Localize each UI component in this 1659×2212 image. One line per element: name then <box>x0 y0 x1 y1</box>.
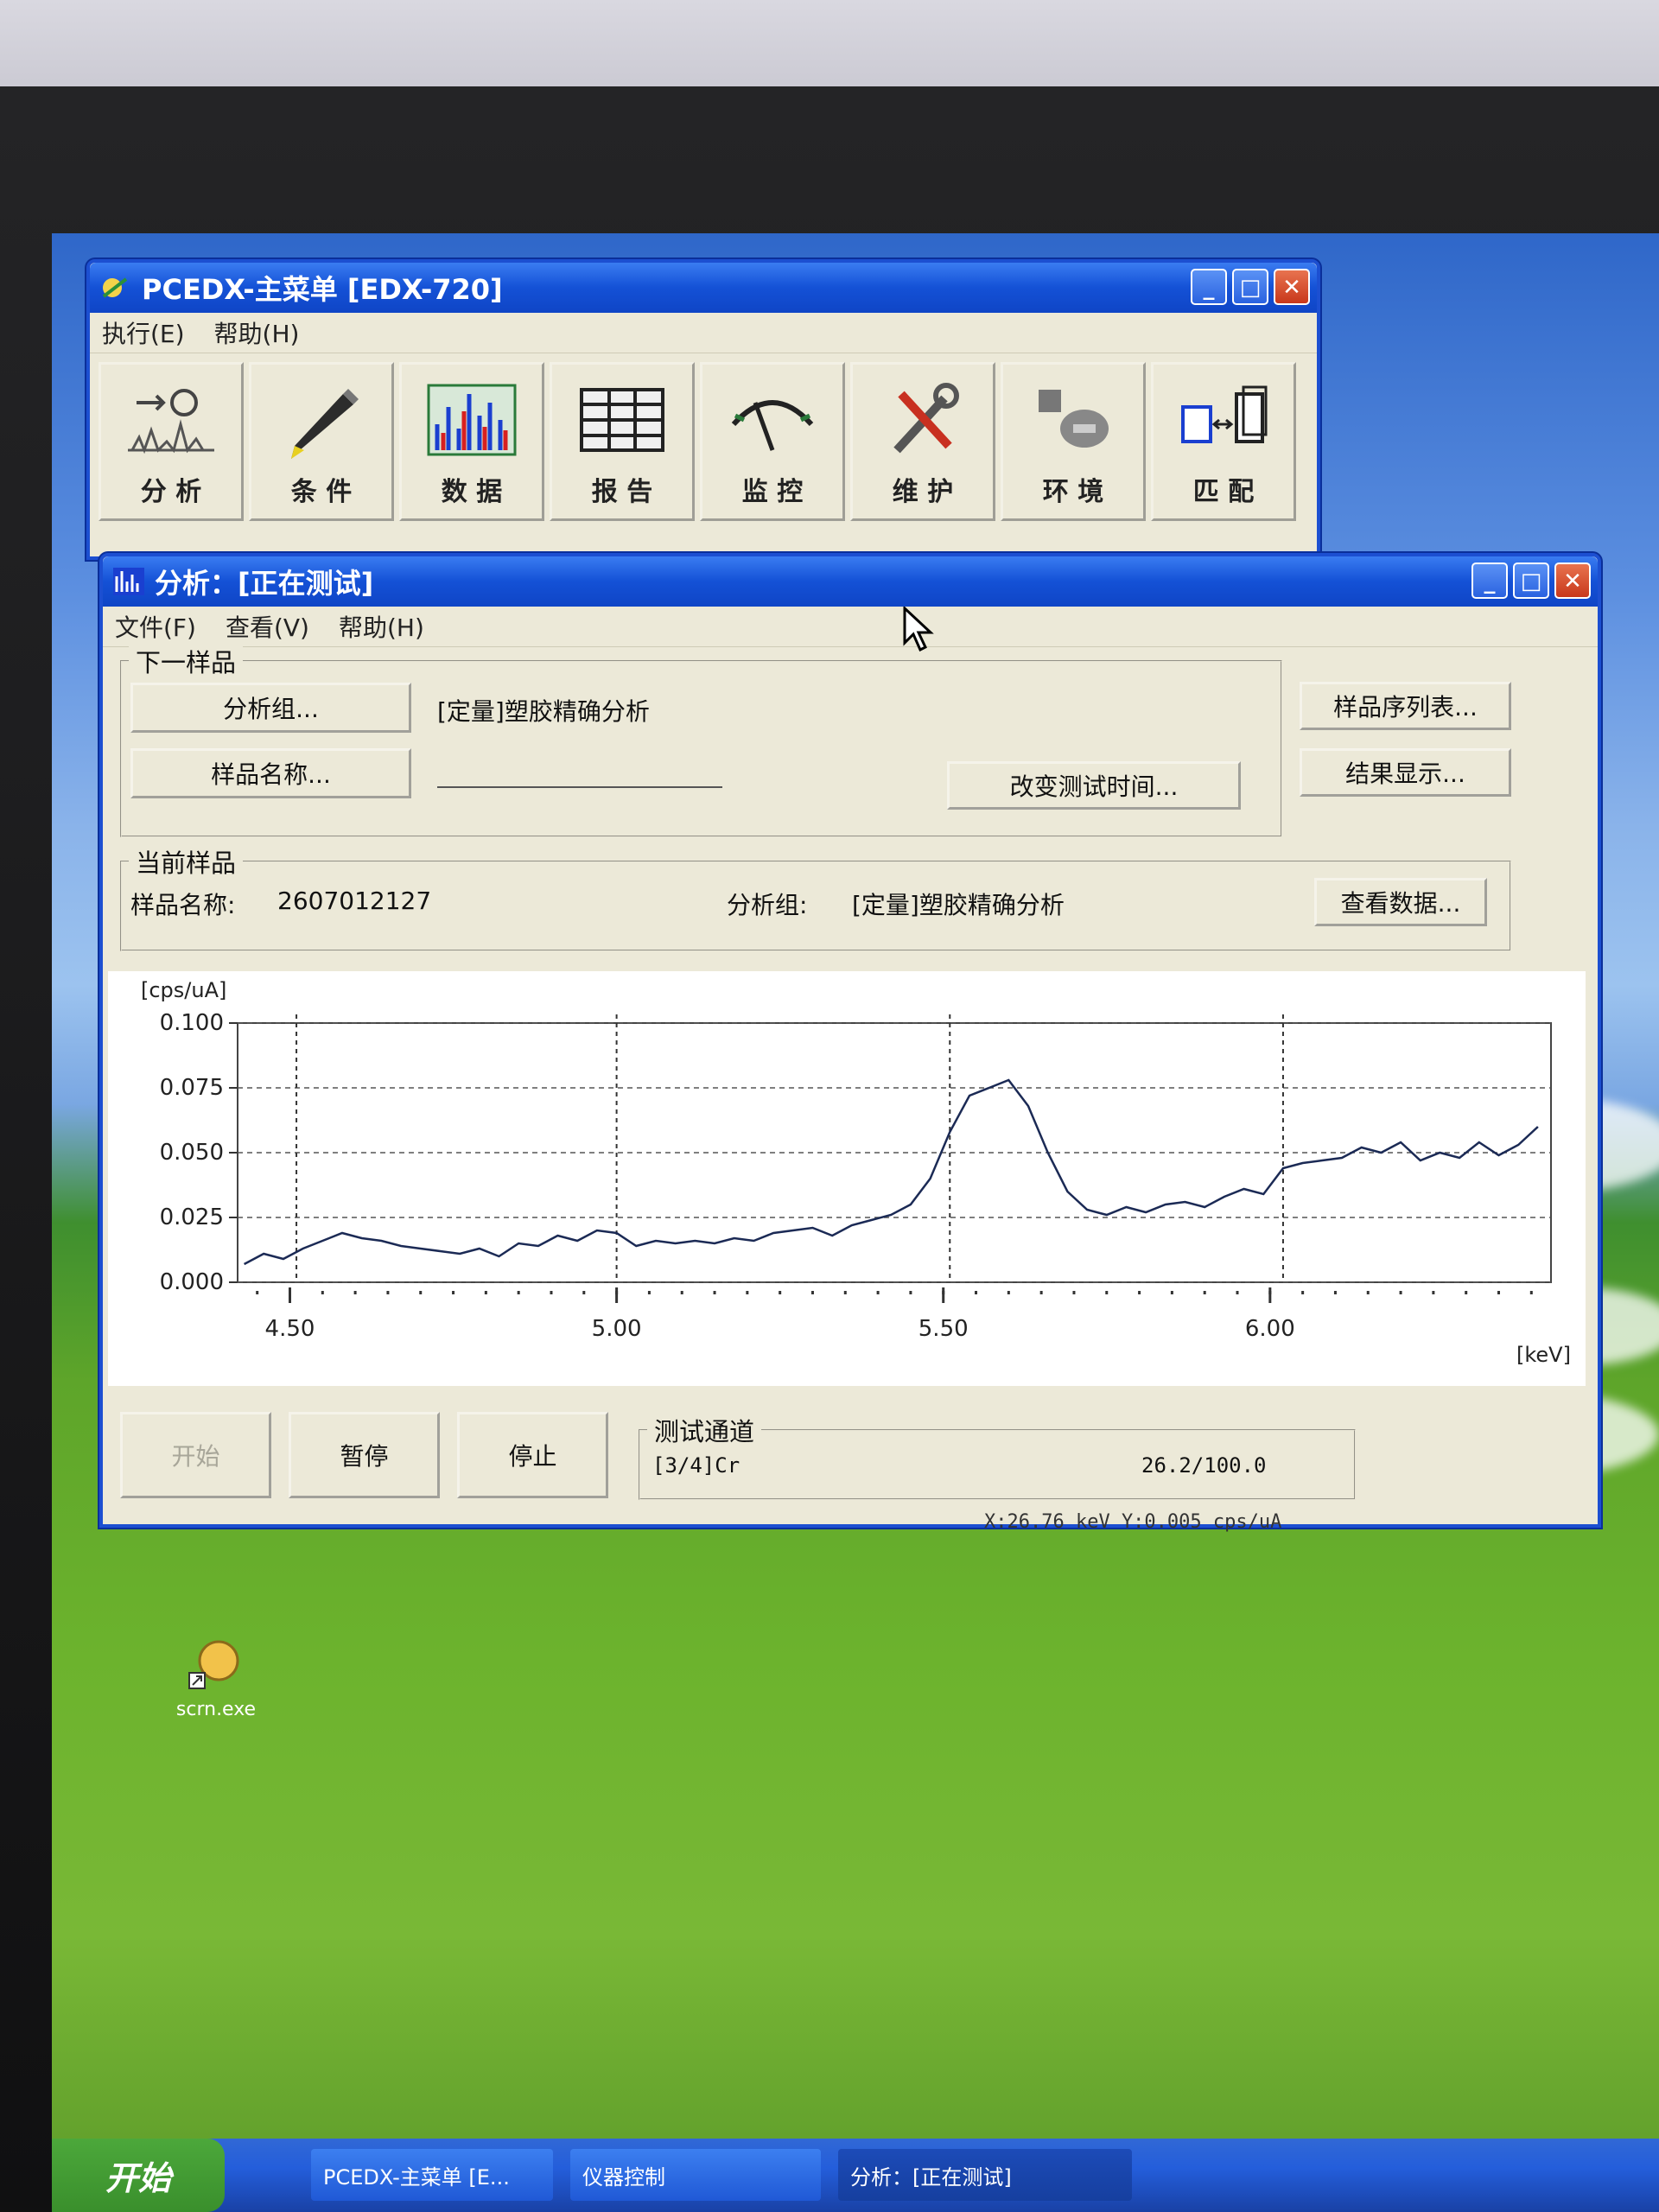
menu-execute[interactable]: 执行(E) <box>102 315 185 350</box>
close-button[interactable]: ✕ <box>1554 563 1591 599</box>
y-tick-label: 0.000 <box>160 1269 224 1295</box>
maximize-button[interactable]: □ <box>1513 563 1549 599</box>
menu-file[interactable]: 文件(F) <box>115 609 196 644</box>
analysis-titlebar[interactable]: 分析：[正在测试] _ □ ✕ <box>103 556 1598 607</box>
menu-help[interactable]: 帮助(H) <box>339 609 424 644</box>
current-analysis-group-value: [定量]塑胶精确分析 <box>852 891 1065 919</box>
test-channel-group: 测试通道 [3/4]Cr 26.2/100.0 <box>639 1412 1356 1500</box>
shortcut-icon <box>188 1640 239 1689</box>
tools-icon <box>893 383 959 454</box>
y-tick-label: 0.025 <box>160 1205 224 1230</box>
sample-name-button[interactable]: 样品名称... <box>130 748 411 798</box>
analysis-group-value: [定量]塑胶精确分析 <box>437 697 650 726</box>
tool-conditions[interactable]: 条 件 <box>249 362 394 521</box>
channel-name: [3/4]Cr <box>652 1453 741 1478</box>
table-icon <box>580 388 664 452</box>
start-button[interactable]: 开始 <box>120 1412 271 1498</box>
tool-report-label: 报 告 <box>591 477 653 507</box>
x-axis-label: [keV] <box>1516 1343 1571 1367</box>
tool-maintenance[interactable]: 维 护 <box>850 362 995 521</box>
maximize-button[interactable]: □ <box>1232 269 1268 305</box>
stop-button[interactable]: 停止 <box>457 1412 608 1498</box>
x-tick-label: 5.50 <box>918 1316 969 1342</box>
analysis-menu-bar: 文件(F) 查看(V) 帮助(H) <box>103 607 1598 647</box>
app-icon <box>102 277 128 298</box>
tool-maintenance-label: 维 护 <box>892 477 954 507</box>
spectrum-chart: [cps/uA] [keV] 0.100 0.075 0.050 0.025 0.000… <box>141 978 1571 1367</box>
channel-progress: 26.2/100.0 <box>1141 1453 1267 1478</box>
tool-analysis-label: 分 析 <box>140 477 202 507</box>
close-button[interactable]: ✕ <box>1274 269 1310 305</box>
tool-analysis[interactable]: 分 析 <box>99 362 244 521</box>
current-sample-label: 当前样品 <box>129 843 244 880</box>
menu-help[interactable]: 帮助(H) <box>214 315 300 350</box>
x-tick-label: 5.00 <box>592 1316 642 1342</box>
sample-name-input[interactable] <box>437 786 722 788</box>
tool-environment-label: 环 境 <box>1042 477 1104 507</box>
next-sample-label: 下一样品 <box>129 643 244 679</box>
tool-environment[interactable]: 环 境 <box>1001 362 1146 521</box>
change-test-time-button[interactable]: 改变测试时间... <box>947 761 1241 810</box>
spectrum-plot[interactable]: [cps/uA] [keV] 0.100 0.075 0.050 0.025 0.000… <box>108 971 1586 1386</box>
desktop: scrn.exe PCEDX-主菜单 [EDX-720] _ □ ✕ 执行(E)… <box>52 233 1659 2212</box>
next-sample-group: 下一样品 分析组... [定量]塑胶精确分析 样品名称... 改变测试时间... <box>120 643 1282 837</box>
y-tick-label: 0.075 <box>160 1075 224 1101</box>
tool-report[interactable]: 报 告 <box>550 362 695 521</box>
current-analysis-group-label: 分析组: <box>727 891 808 919</box>
match-icon <box>1181 385 1268 443</box>
gauge-icon <box>731 400 814 451</box>
tool-match-label: 匹 配 <box>1192 477 1255 507</box>
main-menu-titlebar[interactable]: PCEDX-主菜单 [EDX-720] _ □ ✕ <box>90 263 1317 313</box>
current-sample-group: 当前样品 样品名称: 2607012127 分析组: [定量]塑胶精确分析 查看… <box>120 843 1511 951</box>
x-tick-label: 6.00 <box>1245 1316 1295 1342</box>
test-channel-label: 测试通道 <box>647 1412 762 1448</box>
main-menu-title: PCEDX-主菜单 [EDX-720] <box>142 273 503 306</box>
taskbar-item-analysis[interactable]: 分析：[正在测试] <box>838 2149 1132 2201</box>
tool-data[interactable]: 数 据 <box>399 362 544 521</box>
taskbar-item-main-menu[interactable]: PCEDX-主菜单 [E... <box>311 2149 553 2201</box>
current-sample-name-value: 2607012127 <box>277 887 432 915</box>
y-tick-label: 0.050 <box>160 1140 224 1166</box>
status-bar-coordinates: X:26.76 keV Y:0.005 cps/uA <box>984 1511 1282 1533</box>
tool-monitor[interactable]: 监 控 <box>700 362 845 521</box>
desktop-shortcut-scrn[interactable]: scrn.exe <box>164 1633 268 1720</box>
x-tick-label: 4.50 <box>265 1316 315 1342</box>
current-sample-name-label: 样品名称: <box>130 891 236 919</box>
main-menu-window: PCEDX-主菜单 [EDX-720] _ □ ✕ 执行(E) 帮助(H) 分 … <box>86 259 1320 560</box>
analysis-window: 分析：[正在测试] _ □ ✕ 文件(F) 查看(V) 帮助(H) 下一样品 分… <box>99 553 1601 1533</box>
result-display-button[interactable]: 结果显示... <box>1300 748 1511 797</box>
y-axis-label: [cps/uA] <box>141 978 226 1002</box>
menu-view[interactable]: 查看(V) <box>226 609 309 644</box>
view-data-button[interactable]: 查看数据... <box>1314 878 1487 926</box>
bar-chart-icon <box>427 384 517 456</box>
tool-conditions-label: 条 件 <box>290 477 353 507</box>
tool-match[interactable]: 匹 配 <box>1151 362 1296 521</box>
tool-data-label: 数 据 <box>441 477 503 507</box>
tool-monitor-label: 监 控 <box>741 477 804 507</box>
main-menu-bar: 执行(E) 帮助(H) <box>90 313 1317 353</box>
minimize-button[interactable]: _ <box>1191 269 1227 305</box>
main-toolbar: 分 析 条 件 数 据 报 告 监 控 维 护 环 境 匹 配 <box>90 353 1317 530</box>
sample-list-button[interactable]: 样品序列表... <box>1300 682 1511 730</box>
taskbar: 开始 PCEDX-主菜单 [E... 仪器控制 分析：[正在测试] <box>52 2139 1659 2212</box>
y-tick-label: 0.100 <box>160 1010 224 1036</box>
pause-button[interactable]: 暂停 <box>289 1412 440 1498</box>
spectrum-icon <box>113 568 144 595</box>
disk-icon <box>1039 390 1109 448</box>
spectrum-analysis-icon <box>128 389 214 454</box>
analysis-group-button[interactable]: 分析组... <box>130 683 411 733</box>
pencil-icon <box>291 389 359 459</box>
mouse-cursor-icon <box>903 607 934 652</box>
start-menu-button[interactable]: 开始 <box>52 2139 225 2212</box>
minimize-button[interactable]: _ <box>1471 563 1508 599</box>
analysis-title: 分析：[正在测试] <box>155 567 374 600</box>
taskbar-item-instrument-control[interactable]: 仪器控制 <box>570 2149 821 2201</box>
